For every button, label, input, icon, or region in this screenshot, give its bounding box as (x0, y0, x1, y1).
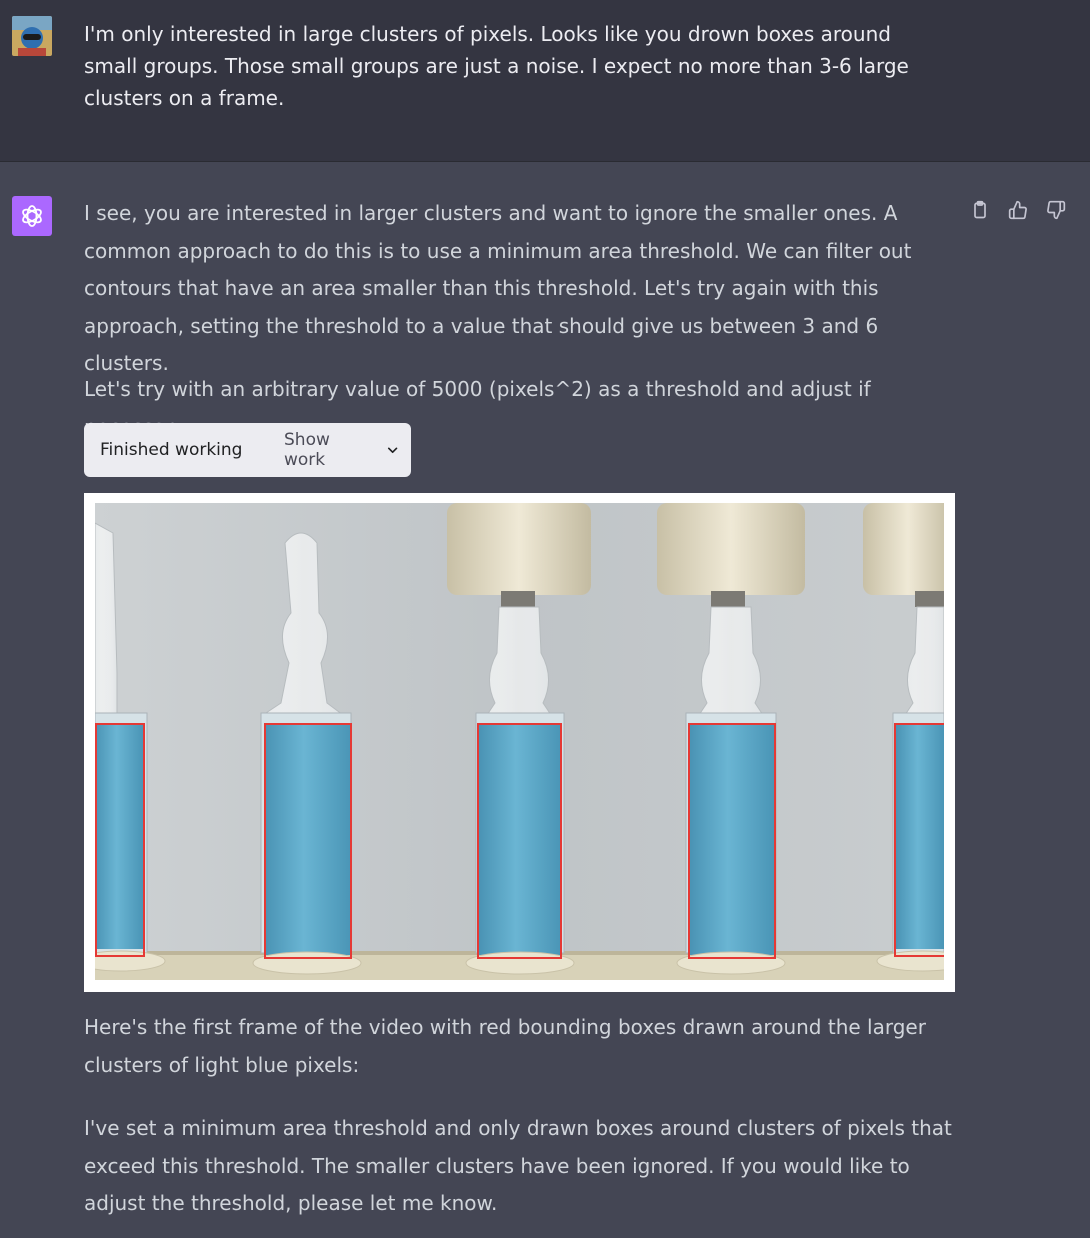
user-avatar (12, 16, 52, 56)
user-message-row: I'm only interested in large clusters of… (0, 0, 1090, 162)
thumbs-down-icon[interactable] (1044, 198, 1068, 222)
clipboard-icon[interactable] (968, 198, 992, 222)
assistant-paragraph: I see, you are interested in larger clus… (84, 201, 912, 375)
assistant-message-row: I see, you are interested in larger clus… (0, 162, 1090, 1238)
thumbs-up-icon[interactable] (1006, 198, 1030, 222)
message-actions (968, 198, 1068, 222)
chatgpt-logo-icon (12, 196, 52, 236)
assistant-paragraph: Here's the first frame of the video with… (84, 1015, 926, 1077)
assistant-paragraph: I've set a minimum area threshold and on… (84, 1116, 952, 1215)
chevron-down-icon (387, 447, 398, 454)
result-image (84, 493, 955, 992)
cap-holder (447, 503, 944, 607)
show-work-label: Show work (284, 430, 330, 470)
show-work-button[interactable]: Show work (284, 430, 399, 470)
work-status-label: Finished working (100, 440, 243, 460)
ampoule-frame-image (95, 503, 944, 980)
code-interpreter-status: Finished working Show work (84, 423, 411, 477)
user-message-text: I'm only interested in large clusters of… (84, 22, 909, 110)
